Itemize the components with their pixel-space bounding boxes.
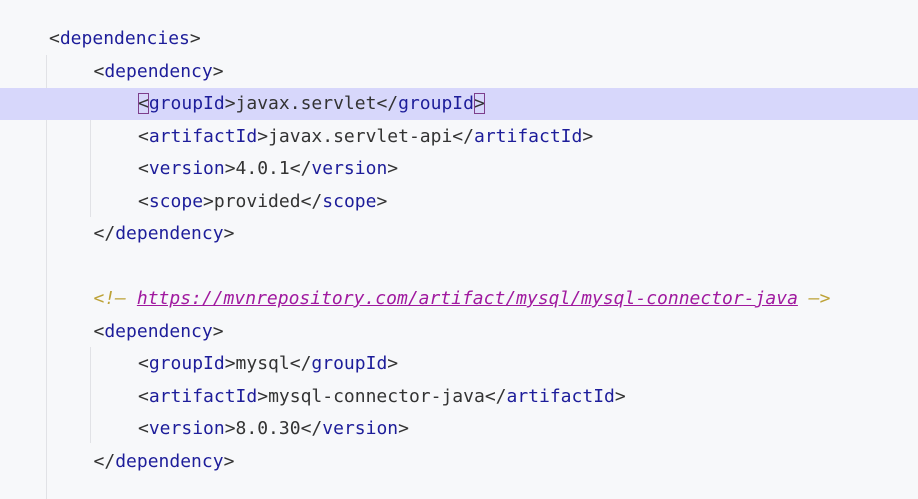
code-line-text: <artifactId>javax.servlet-api</artifactI… [138,121,593,153]
tag-value: 4.0.1 [235,158,290,179]
tag-name: version [322,418,399,439]
tag-bracket: > [387,158,399,179]
tag-bracket: > [224,158,236,179]
tag-bracket: < [138,190,149,212]
tag-name: groupId [398,93,474,114]
code-line-text: <dependency> [94,56,224,88]
tag-bracket: > [376,190,388,212]
tag-value: javax.servlet [235,93,377,114]
code-line-text: <scope>provided</scope> [138,186,387,218]
comment-text: <!— [93,288,137,309]
code-line-text: <version>4.0.1</version> [138,153,398,185]
tag-value: mysql-connector-java [268,385,485,407]
tag-bracket: > [203,190,214,212]
tag-bracket: > [582,125,594,147]
tag-value: mysql [235,353,290,374]
comment-text: —> [797,288,831,309]
tag-bracket: > [614,385,626,407]
tag-value: provided [213,190,301,212]
code-line-text: <!— https://mvnrepository.com/artifact/m… [94,283,831,315]
tag-bracket: > [257,385,269,407]
tag-bracket: > [224,93,236,114]
tag-name: dependencies [59,28,190,49]
tag-bracket: </ [376,93,399,114]
tag-bracket: < [138,385,149,407]
code-line[interactable]: <artifactId>mysql-connector-java</artifa… [0,381,918,413]
code-line[interactable]: </dependency> [0,446,918,478]
tag-bracket: > [212,60,224,82]
tag-bracket: > [224,418,236,439]
tag-name: artifactId [148,385,258,407]
code-line-text: <dependency> [94,316,224,348]
tag-bracket: < [93,60,105,82]
tag-name: version [148,158,225,179]
tag-name: groupId [148,353,225,374]
code-line-text: </dependency> [94,446,235,478]
tag-bracket: > [257,125,269,147]
tag-name: version [311,158,388,179]
tag-name: groupId [148,93,225,114]
tag-bracket: < [93,320,105,342]
code-line[interactable]: <scope>provided</scope> [0,186,918,218]
tag-bracket: </ [452,125,474,147]
code-line-text: <version>8.0.30</version> [138,413,409,445]
tag-bracket: < [49,28,60,49]
tag-name: artifactId [148,125,258,147]
tag-bracket: > [387,353,399,374]
tag-bracket: </ [300,418,323,439]
tag-name: artifactId [473,125,583,147]
code-line-text: <groupId>mysql</groupId> [138,348,398,380]
code-line[interactable]: <!— https://mvnrepository.com/artifact/m… [0,283,918,315]
code-editor[interactable]: <dependencies> <dependency> <groupId>javax… [0,0,918,499]
tag-name: scope [322,190,377,212]
code-line[interactable]: <dependencies> [0,23,918,55]
tag-name: dependency [104,60,213,82]
code-line[interactable]: <groupId>mysql</groupId> [0,348,918,380]
tag-bracket: > [473,93,485,114]
tag-bracket: </ [484,385,507,407]
tag-bracket: < [138,125,149,147]
comment-link[interactable]: https://mvnrepository.com/artifact/mysql… [137,288,798,309]
tag-name: artifactId [506,385,615,407]
code-line-text: <groupId>javax.servlet</groupId> [138,88,485,120]
code-line-text: <artifactId>mysql-connector-java</artifa… [138,381,626,413]
code-line[interactable]: <dependency> [0,316,918,348]
tag-bracket: </ [300,190,323,212]
code-line[interactable]: <artifactId>javax.servlet-api</artifactI… [0,121,918,153]
tag-bracket: </ [289,158,312,179]
tag-bracket: < [138,93,149,114]
code-line[interactable] [0,251,918,283]
tag-value: javax.servlet-api [268,125,453,147]
code-line-text: <dependencies> [49,23,201,55]
tag-bracket: </ [93,223,116,244]
tag-bracket: > [224,353,236,374]
tag-name: version [148,418,225,439]
tag-bracket: > [212,320,224,342]
tag-name: dependency [115,450,224,472]
tag-bracket: </ [93,450,116,472]
tag-bracket: > [223,450,235,472]
tag-name: dependency [115,223,224,244]
tag-name: scope [148,190,204,212]
code-line[interactable]: <dependency> [0,56,918,88]
code-line-current[interactable]: <groupId>javax.servlet</groupId> [0,88,918,120]
tag-name: dependency [104,320,213,342]
tag-bracket: > [398,418,409,439]
tag-bracket: < [138,418,149,439]
code-line-text: </dependency> [94,218,235,250]
tag-bracket: < [138,353,149,374]
tag-bracket: < [138,158,149,179]
code-line[interactable]: </dependency> [0,218,918,250]
code-line[interactable]: <version>8.0.30</version> [0,413,918,445]
code-line[interactable]: <version>4.0.1</version> [0,153,918,185]
tag-name: groupId [311,353,388,374]
tag-bracket: </ [289,353,312,374]
tag-bracket: > [223,223,235,244]
tag-bracket: > [189,28,201,49]
tag-value: 8.0.30 [235,418,301,439]
